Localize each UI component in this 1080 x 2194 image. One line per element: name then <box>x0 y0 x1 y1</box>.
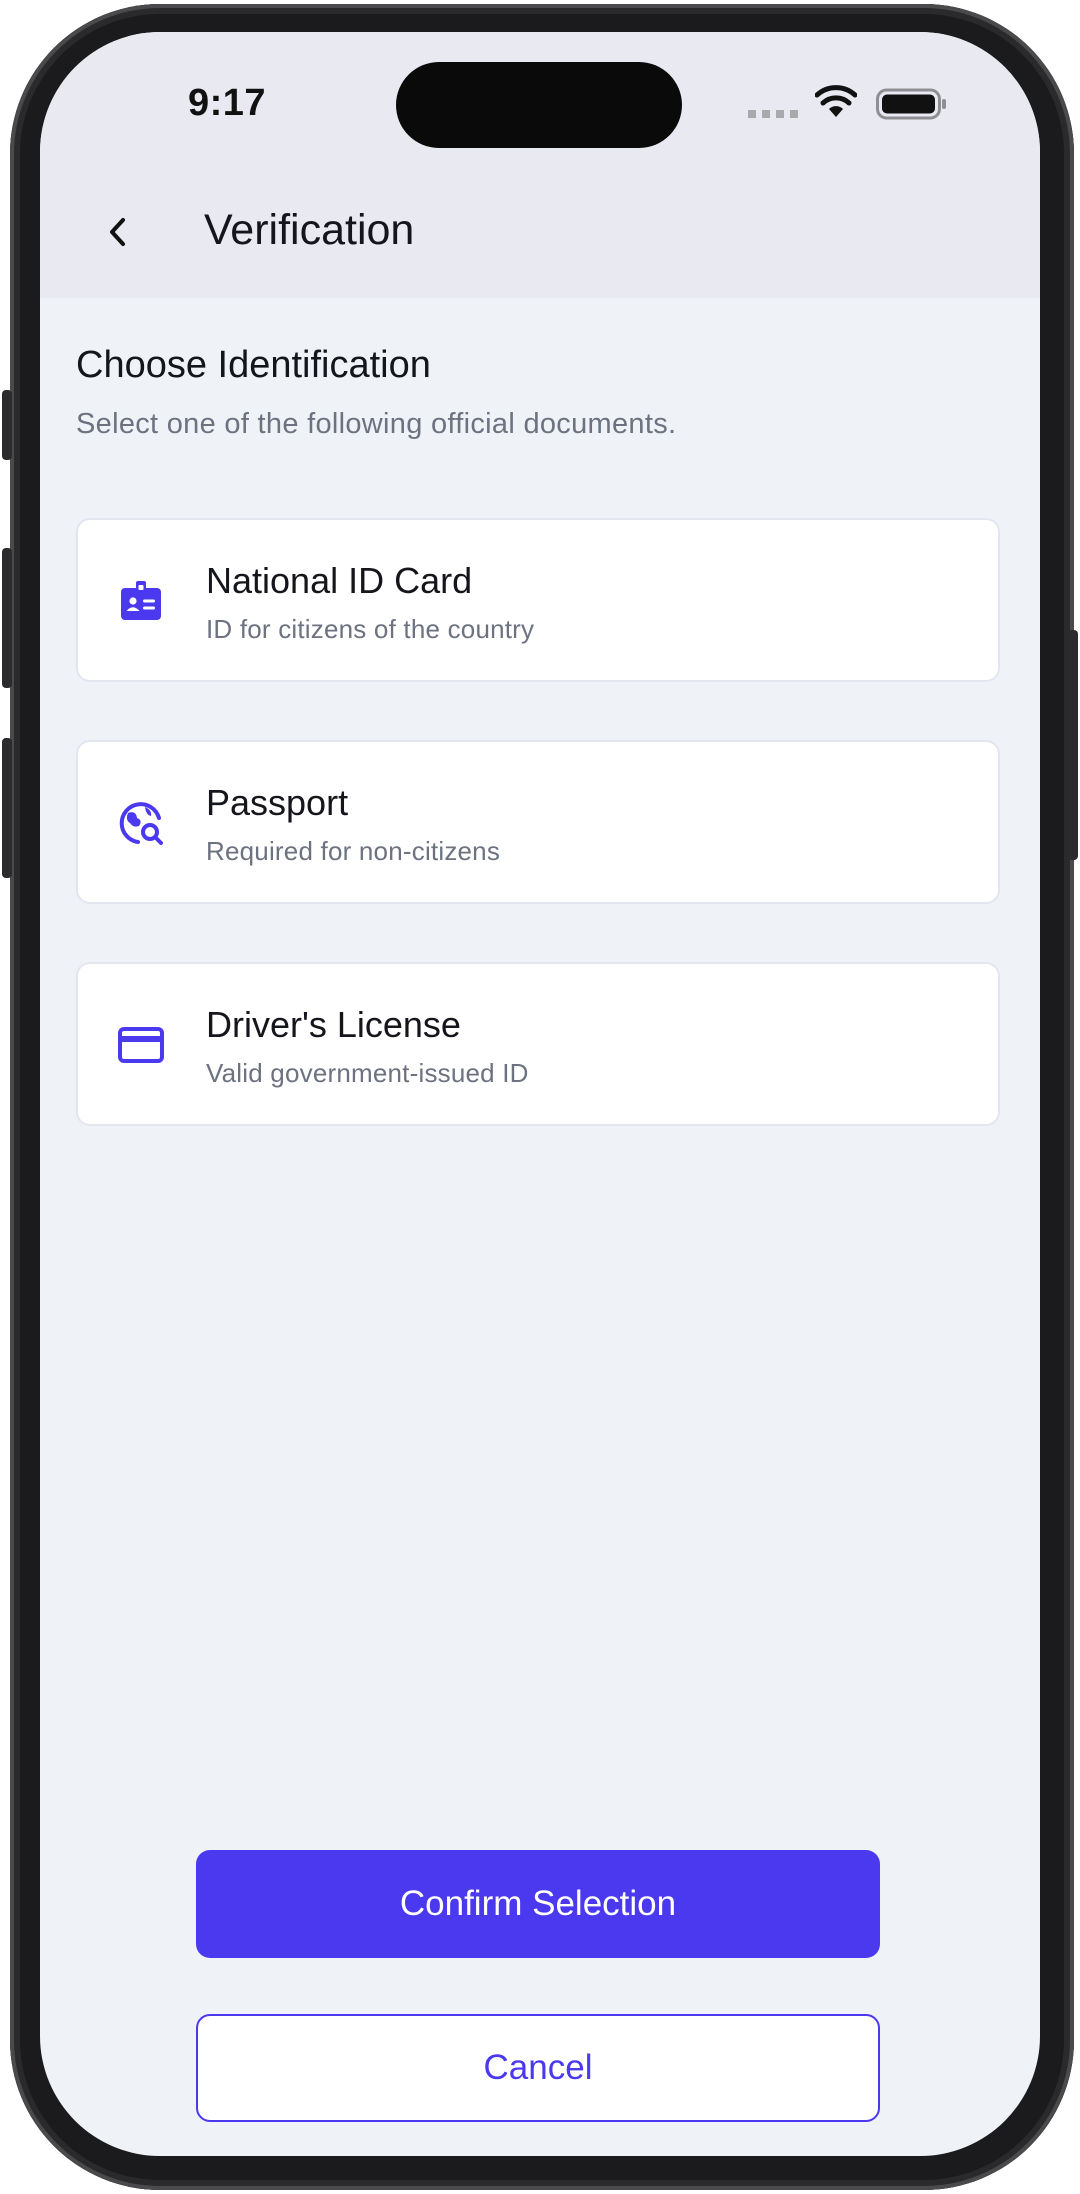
phone-power-button <box>1068 630 1078 860</box>
option-title: National ID Card <box>206 560 473 601</box>
phone-volume-down-button <box>2 738 12 878</box>
option-description: Valid government-issued ID <box>206 1058 529 1088</box>
wifi-icon <box>815 85 857 117</box>
option-title: Driver's License <box>206 1004 461 1045</box>
option-description: ID for citizens of the country <box>206 614 535 644</box>
phone-action-button <box>2 390 12 460</box>
back-button[interactable] <box>88 202 148 262</box>
status-time: 9:17 <box>188 82 267 124</box>
page-title: Verification <box>204 206 415 254</box>
confirm-selection-button[interactable]: Confirm Selection <box>196 1850 880 1958</box>
option-title: Passport <box>206 782 349 823</box>
dynamic-island <box>396 62 682 148</box>
globe-search-icon <box>119 802 163 845</box>
battery-icon <box>876 88 946 120</box>
phone-screen: 9:17 Verification Choose Identification <box>40 32 1040 2156</box>
phone-volume-up-button <box>2 548 12 688</box>
chevron-left-icon <box>110 218 125 246</box>
option-drivers-license[interactable]: Driver's License Valid government-issued… <box>76 962 1000 1126</box>
cellular-signal-icon <box>748 110 798 118</box>
option-description: Required for non-citizens <box>206 836 501 866</box>
cancel-button[interactable]: Cancel <box>196 2014 880 2122</box>
credit-card-icon <box>118 1027 164 1063</box>
section-subtitle: Select one of the following official doc… <box>76 408 677 440</box>
option-passport[interactable]: Passport Required for non-citizens <box>76 740 1000 904</box>
page: 9:17 Verification Choose Identification <box>0 0 1080 2194</box>
option-national-id-card[interactable]: National ID Card ID for citizens of the … <box>76 518 1000 682</box>
id-badge-icon <box>121 581 161 620</box>
section-title: Choose Identification <box>76 344 431 386</box>
app-header: 9:17 Verification <box>40 32 1040 298</box>
